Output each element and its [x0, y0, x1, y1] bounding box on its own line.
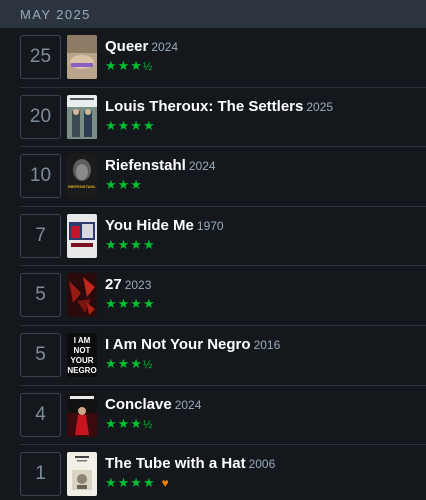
film-poster-conclave[interactable] [67, 392, 97, 437]
half-star-icon: ½ [142, 418, 153, 431]
star-icons: ★★★ [105, 355, 143, 371]
film-title[interactable]: Riefenstahl [105, 157, 186, 174]
film-year[interactable]: 2006 [249, 457, 276, 471]
poster-text: NOT [74, 346, 91, 355]
film-title[interactable]: The Tube with a Hat [105, 455, 246, 472]
day-number[interactable]: 4 [20, 392, 61, 437]
star-rating: ★★★★ [105, 296, 422, 313]
diary-entry[interactable]: 10 RIEFENSTAHL Riefenstahl 2024 ★★★ [0, 147, 426, 207]
month-header: MAY 2025 [0, 0, 426, 28]
film-poster-settlers[interactable] [67, 94, 97, 139]
film-title[interactable]: You Hide Me [105, 217, 194, 234]
diary-entry[interactable]: 5 I AM NOT YOUR NEGRO I Am Not Your Negro 20… [0, 326, 426, 386]
star-icons: ★★★★ [105, 475, 156, 491]
day-number[interactable]: 7 [20, 213, 61, 258]
poster-text: RIEFENSTAHL [68, 184, 96, 189]
diary-month-section: MAY 2025 25 Queer 2024 ★★★½ 20 Louis Ther… [0, 0, 426, 500]
day-number[interactable]: 5 [20, 332, 61, 377]
diary-entry[interactable]: 7 You Hide Me 1970 ★★★★ [0, 207, 426, 267]
film-title[interactable]: 27 [105, 276, 122, 293]
film-year[interactable]: 2025 [306, 100, 333, 114]
diary-entry[interactable]: 4 Conclave 2024 ★★★½ [0, 386, 426, 446]
film-title[interactable]: Louis Theroux: The Settlers [105, 98, 303, 115]
film-year[interactable]: 2024 [175, 398, 202, 412]
star-icons: ★★★★ [105, 236, 156, 252]
heart-icon: ♥ [161, 476, 170, 491]
film-year[interactable]: 2016 [254, 338, 281, 352]
star-rating: ★★★★ [105, 237, 422, 254]
film-year[interactable]: 2023 [125, 278, 152, 292]
film-year[interactable]: 2024 [151, 40, 178, 54]
diary-list: 25 Queer 2024 ★★★½ 20 Louis Theroux: The … [0, 28, 426, 500]
day-number[interactable]: 10 [20, 154, 61, 199]
star-rating: ★★★ [105, 177, 422, 194]
star-rating: ★★★½ [105, 58, 422, 75]
film-poster-i-am-not-your-negro[interactable]: I AM NOT YOUR NEGRO [67, 332, 97, 377]
day-number[interactable]: 5 [20, 273, 61, 318]
star-rating: ★★★★ ♥ [105, 475, 422, 492]
film-poster-tube-with-a-hat[interactable] [67, 452, 97, 497]
star-rating: ★★★½ [105, 416, 422, 433]
day-number[interactable]: 1 [20, 452, 61, 497]
film-year[interactable]: 2024 [189, 159, 216, 173]
film-title[interactable]: Conclave [105, 396, 172, 413]
diary-entry[interactable]: 20 Louis Theroux: The Settlers 2025 ★★★★ [0, 88, 426, 148]
film-year[interactable]: 1970 [197, 219, 224, 233]
poster-text: I AM [74, 336, 91, 345]
diary-entry[interactable]: 25 Queer 2024 ★★★½ [0, 28, 426, 88]
star-icons: ★★★ [105, 58, 143, 73]
day-number[interactable]: 25 [20, 35, 61, 79]
film-poster-riefenstahl[interactable]: RIEFENSTAHL [67, 154, 97, 199]
poster-text: NEGRO [67, 366, 96, 375]
film-poster-queer[interactable] [67, 35, 97, 79]
half-star-icon: ½ [142, 358, 153, 371]
film-poster-27[interactable] [67, 273, 97, 318]
star-icons: ★★★★ [105, 117, 156, 133]
star-icons: ★★★★ [105, 296, 156, 312]
poster-text: YOUR [70, 356, 93, 365]
day-number[interactable]: 20 [20, 94, 61, 139]
film-poster-you-hide-me[interactable] [67, 213, 97, 258]
film-title[interactable]: Queer [105, 38, 148, 55]
star-icons: ★★★ [105, 415, 143, 431]
half-star-icon: ½ [142, 61, 153, 73]
star-icons: ★★★ [105, 177, 143, 193]
diary-entry[interactable]: 5 27 2023 ★★★★ [0, 266, 426, 326]
diary-entry[interactable]: 1 The Tube with a Hat 2006 ★★★★ ♥ [0, 445, 426, 500]
film-title[interactable]: I Am Not Your Negro [105, 336, 251, 353]
star-rating: ★★★★ [105, 118, 422, 135]
star-rating: ★★★½ [105, 356, 422, 373]
